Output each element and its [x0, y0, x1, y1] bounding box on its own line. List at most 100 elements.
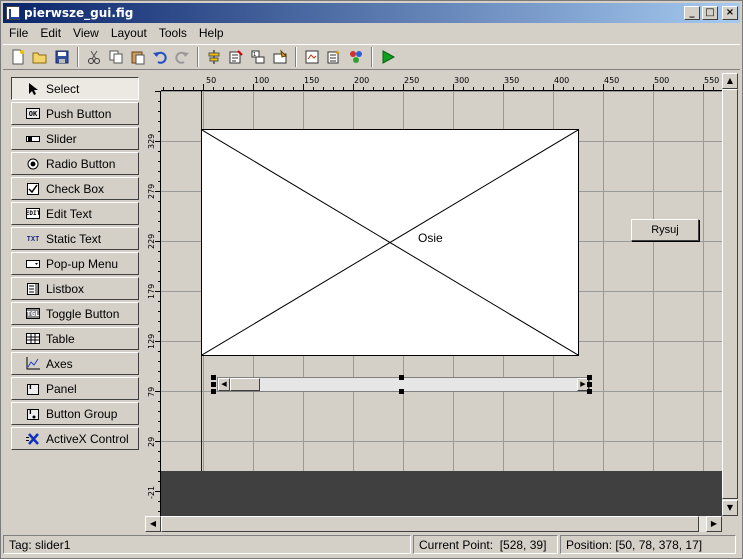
- edit-text-icon: EDIT: [25, 208, 41, 219]
- redo-icon[interactable]: [171, 46, 193, 68]
- maximize-button[interactable]: □: [702, 6, 718, 20]
- menu-edit[interactable]: Edit: [34, 26, 67, 40]
- ruler-tick-label: 179: [147, 284, 156, 299]
- palette-label: ActiveX Control: [46, 431, 129, 446]
- menu-tools[interactable]: Tools: [153, 26, 193, 40]
- arrow-cursor-icon: [26, 83, 40, 95]
- table-icon: [26, 333, 40, 344]
- minimize-button[interactable]: _: [684, 6, 700, 20]
- ruler-tick-label: 550: [704, 76, 719, 85]
- vertical-scrollbar[interactable]: ▲ ▼: [722, 73, 738, 516]
- menu-editor-icon[interactable]: [225, 46, 247, 68]
- axes-component[interactable]: Osie: [201, 129, 579, 356]
- palette-label: Static Text: [46, 231, 102, 246]
- palette-popup-menu[interactable]: Pop-up Menu: [11, 252, 139, 275]
- palette-label: Panel: [46, 381, 77, 396]
- svg-text:T: T: [28, 383, 33, 391]
- status-current-point: Current Point: [528, 39]: [413, 535, 558, 554]
- palette-edit-text[interactable]: EDIT Edit Text: [11, 202, 139, 225]
- listbox-icon: [26, 282, 40, 295]
- palette-push-button[interactable]: OK Push Button: [11, 102, 139, 125]
- paste-icon[interactable]: [127, 46, 149, 68]
- palette-button-group[interactable]: T Button Group: [11, 402, 139, 425]
- palette-radio-button[interactable]: Radio Button: [11, 152, 139, 175]
- selection-handle[interactable]: [211, 382, 216, 387]
- object-browser-icon[interactable]: [345, 46, 367, 68]
- palette-label: Select: [46, 81, 80, 96]
- slider-icon: [26, 133, 40, 144]
- layout-area[interactable]: Osie Rysuj ◀ ▶: [161, 91, 722, 516]
- popup-menu-icon: [26, 258, 40, 269]
- svg-text:T: T: [28, 408, 33, 416]
- palette-slider[interactable]: Slider: [11, 127, 139, 150]
- ruler-tick-label: 500: [654, 76, 669, 85]
- slider-thumb[interactable]: [230, 378, 260, 391]
- selection-handle[interactable]: [587, 389, 592, 394]
- palette-panel[interactable]: T Panel: [11, 377, 139, 400]
- scroll-up-icon[interactable]: ▲: [722, 73, 738, 89]
- align-icon[interactable]: [203, 46, 225, 68]
- palette-label: Pop-up Menu: [46, 256, 119, 271]
- palette-activex-control[interactable]: ActiveX Control: [11, 427, 139, 450]
- palette-label: Axes: [46, 356, 73, 371]
- menu-file[interactable]: File: [3, 26, 34, 40]
- horizontal-scroll-thumb[interactable]: [161, 516, 699, 532]
- palette-static-text[interactable]: TXT Static Text: [11, 227, 139, 250]
- palette-axes[interactable]: Axes: [11, 352, 139, 375]
- palette-listbox[interactable]: Listbox: [11, 277, 139, 300]
- slider-left-arrow-icon[interactable]: ◀: [218, 378, 230, 391]
- toolbar: 1: [3, 44, 740, 70]
- ruler-tick-label: 29: [147, 437, 156, 447]
- scroll-left-icon[interactable]: ◀: [145, 516, 161, 532]
- selection-handle[interactable]: [587, 375, 592, 380]
- tab-order-icon[interactable]: 1: [247, 46, 269, 68]
- palette-label: Check Box: [46, 181, 105, 196]
- ruler-tick-label: 350: [504, 76, 519, 85]
- menu-view[interactable]: View: [67, 26, 105, 40]
- selection-handle[interactable]: [211, 389, 216, 394]
- radio-button-icon: [26, 158, 40, 169]
- status-tag: Tag: slider1: [3, 535, 411, 554]
- property-inspector-icon[interactable]: [323, 46, 345, 68]
- status-position: Position: [50, 78, 378, 17]: [560, 535, 736, 554]
- menu-layout[interactable]: Layout: [105, 26, 153, 40]
- ruler-tick-label: 79: [147, 387, 156, 397]
- ruler-tick-label: 229: [147, 234, 156, 249]
- palette-label: Button Group: [46, 406, 118, 421]
- undo-icon[interactable]: [149, 46, 171, 68]
- palette-select[interactable]: Select: [11, 77, 139, 100]
- scroll-down-icon[interactable]: ▼: [722, 500, 738, 516]
- menu-help[interactable]: Help: [193, 26, 230, 40]
- horizontal-scrollbar[interactable]: ◀ ▶: [145, 516, 722, 532]
- activex-icon: [26, 432, 40, 445]
- open-folder-icon[interactable]: [29, 46, 51, 68]
- toggle-button-icon: TGL: [26, 308, 40, 319]
- mfile-editor-icon[interactable]: [301, 46, 323, 68]
- run-icon[interactable]: [377, 46, 399, 68]
- palette-check-box[interactable]: Check Box: [11, 177, 139, 200]
- copy-icon[interactable]: [105, 46, 127, 68]
- palette-table[interactable]: Table: [11, 327, 139, 350]
- status-bar: Tag: slider1 Current Point: [528, 39] Po…: [3, 535, 740, 556]
- save-icon[interactable]: [51, 46, 73, 68]
- toolbar-editor-icon[interactable]: [269, 46, 291, 68]
- palette-label: Radio Button: [46, 156, 116, 171]
- palette-label: Edit Text: [46, 206, 92, 221]
- ruler-tick-label: 329: [147, 134, 156, 149]
- selection-handle[interactable]: [211, 375, 216, 380]
- vertical-scroll-thumb[interactable]: [722, 89, 738, 499]
- toolbar-separator: [371, 47, 373, 67]
- selection-handle[interactable]: [399, 389, 404, 394]
- palette-toggle-button[interactable]: TGL Toggle Button: [11, 302, 139, 325]
- selection-handle[interactable]: [399, 375, 404, 380]
- selection-handle[interactable]: [587, 382, 592, 387]
- rysuj-button[interactable]: Rysuj: [631, 219, 699, 241]
- new-file-icon[interactable]: [7, 46, 29, 68]
- palette-label: Push Button: [46, 106, 112, 121]
- palette-label: Slider: [46, 131, 77, 146]
- cut-icon[interactable]: [83, 46, 105, 68]
- horizontal-ruler: 50 100 150 200 250 300 350 400 450 500 5…: [161, 73, 722, 91]
- palette-label: Table: [46, 331, 75, 346]
- scroll-right-icon[interactable]: ▶: [706, 516, 722, 532]
- close-button[interactable]: ×: [722, 6, 738, 20]
